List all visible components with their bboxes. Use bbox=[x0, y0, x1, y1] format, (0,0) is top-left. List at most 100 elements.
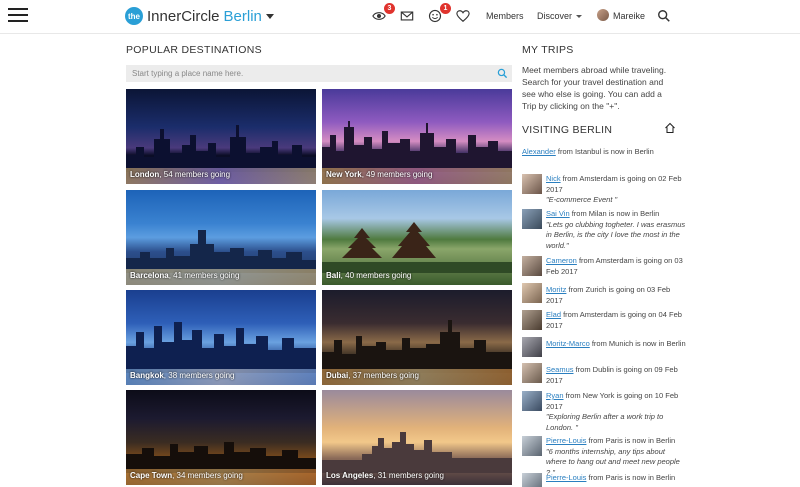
visitor-item: Nick from Amsterdam is going on 02 Feb 2… bbox=[522, 174, 682, 208]
destination-caption: Los Angeles, 31 members going bbox=[326, 471, 444, 480]
visitor-name-link[interactable]: Moritz-Marco bbox=[546, 339, 590, 348]
destination-search-input[interactable] bbox=[126, 65, 492, 82]
visitor-info: from Amsterdam is going on 04 Feb 2017 bbox=[546, 310, 682, 330]
destination-caption: Dubai, 37 members going bbox=[326, 371, 419, 380]
site-logo[interactable]: the InnerCircle Berlin bbox=[125, 7, 274, 25]
visitor-avatar[interactable] bbox=[522, 256, 542, 276]
heart-icon[interactable] bbox=[456, 9, 472, 25]
destination-caption: Barcelona, 41 members going bbox=[130, 271, 239, 280]
search-icon[interactable] bbox=[657, 9, 673, 25]
visitor-text: Sai Vin from Milan is now in Berlin "Lets… bbox=[546, 209, 686, 251]
eye-icon[interactable]: 3 bbox=[372, 3, 395, 25]
visitor-item: Seamus from Dublin is going on 09 Feb 20… bbox=[522, 363, 682, 385]
destination-city: New York bbox=[326, 170, 362, 179]
home-icon[interactable] bbox=[664, 122, 676, 134]
destination-going: , 49 members going bbox=[361, 170, 433, 179]
city-skyline-image bbox=[126, 230, 316, 273]
destination-going: , 40 members going bbox=[340, 271, 412, 280]
temple-image bbox=[322, 222, 512, 273]
destination-card-bali[interactable]: Bali, 40 members going bbox=[322, 190, 512, 285]
destination-card-barcelona[interactable]: Barcelona, 41 members going bbox=[126, 190, 316, 285]
visitor-name-link[interactable]: Moritz bbox=[546, 285, 566, 294]
visitor-name-link[interactable]: Cameron bbox=[546, 256, 577, 265]
destination-city: Bangkok bbox=[130, 371, 164, 380]
smiley-icon[interactable]: 1 bbox=[428, 3, 451, 25]
destination-going: , 41 members going bbox=[168, 271, 240, 280]
visitor-avatar[interactable] bbox=[522, 209, 542, 229]
visitor-info: from Paris is now in Berlin bbox=[586, 436, 676, 445]
visiting-title: VISITING BERLIN bbox=[522, 124, 613, 136]
logo-name: InnerCircle bbox=[147, 7, 220, 25]
visitor-avatar[interactable] bbox=[522, 174, 542, 194]
visitor-info: from Paris is now in Berlin bbox=[586, 473, 676, 482]
destination-caption: Bangkok, 38 members going bbox=[130, 371, 235, 380]
nav-discover[interactable]: Discover bbox=[537, 11, 583, 21]
user-avatar[interactable] bbox=[597, 9, 609, 21]
my-trips-title: MY TRIPS bbox=[522, 44, 574, 56]
visitor-quote: "Lets go clubbing togheter. I was erasmu… bbox=[546, 219, 686, 250]
destination-caption: Cape Town, 34 members going bbox=[130, 471, 243, 480]
visitor-name-link[interactable]: Ryan bbox=[546, 391, 564, 400]
destination-card-new-york[interactable]: New York, 49 members going bbox=[322, 89, 512, 184]
destination-search bbox=[126, 65, 512, 82]
visitor-item: Sai Vin from Milan is now in Berlin "Lets… bbox=[522, 209, 685, 253]
destination-going: , 54 members going bbox=[159, 170, 231, 179]
visitor-quote: "E-commerce Event " bbox=[546, 195, 618, 204]
visitor-avatar[interactable] bbox=[522, 363, 542, 383]
destination-caption: Bali, 40 members going bbox=[326, 271, 411, 280]
visitor-item: Pierre-Louis from Paris is now in Berlin… bbox=[522, 436, 682, 477]
destination-city: Los Angeles bbox=[326, 471, 374, 480]
mail-icon[interactable] bbox=[400, 9, 416, 25]
destination-card-cape-town[interactable]: Cape Town, 34 members going bbox=[126, 390, 316, 485]
visitor-name-link[interactable]: Seamus bbox=[546, 365, 574, 374]
visitor-avatar[interactable] bbox=[522, 391, 542, 411]
visitor-avatar[interactable] bbox=[522, 337, 542, 357]
visitor-text: Elad from Amsterdam is going on 04 Feb 2… bbox=[546, 310, 686, 331]
visitor-item: Ryan from New York is going on 10 Feb 20… bbox=[522, 391, 682, 433]
visitor-text: Seamus from Dublin is going on 09 Feb 20… bbox=[546, 365, 686, 386]
visitor-name-link[interactable]: Pierre-Louis bbox=[546, 436, 586, 445]
visitor-name-link[interactable]: Pierre-Louis bbox=[546, 473, 586, 482]
destination-caption: London, 54 members going bbox=[130, 170, 230, 179]
visitor-name-link[interactable]: Sai Vin bbox=[546, 209, 570, 218]
visitor-name-link[interactable]: Nick bbox=[546, 174, 561, 183]
visitor-name-link[interactable]: Alexander bbox=[522, 147, 556, 156]
visitor-text: Nick from Amsterdam is going on 02 Feb 2… bbox=[546, 174, 686, 206]
destination-city: Barcelona bbox=[130, 271, 169, 280]
visitor-text: Pierre-Louis from Paris is now in Berlin bbox=[546, 473, 682, 484]
nav-members[interactable]: Members bbox=[486, 11, 524, 21]
visitor-item: Pierre-Louis from Paris is now in Berlin bbox=[522, 473, 682, 487]
visitor-name-link[interactable]: Elad bbox=[546, 310, 561, 319]
destination-going: , 37 members going bbox=[348, 371, 419, 380]
destination-card-bangkok[interactable]: Bangkok, 38 members going bbox=[126, 290, 316, 385]
visitor-avatar[interactable] bbox=[522, 473, 542, 487]
destination-going: , 38 members going bbox=[163, 371, 235, 380]
destination-card-los-angeles[interactable]: Los Angeles, 31 members going bbox=[322, 390, 512, 485]
visitor-text: Cameron from Amsterdam is going on 03 Fe… bbox=[546, 256, 686, 277]
chevron-down-icon bbox=[576, 15, 583, 19]
visitor-avatar[interactable] bbox=[522, 283, 542, 303]
city-skyline-image bbox=[126, 322, 316, 373]
visitor-info: from New York is going on 10 Feb 2017 bbox=[546, 391, 679, 411]
visitor-item: Moritz from Zurich is going on 03 Feb 20… bbox=[522, 283, 682, 305]
city-skyline-image bbox=[126, 442, 316, 473]
destination-going: , 34 members going bbox=[172, 471, 243, 480]
destination-city: London bbox=[130, 170, 160, 179]
nav-user[interactable]: Mareike bbox=[613, 11, 645, 21]
chevron-down-icon[interactable] bbox=[265, 13, 274, 19]
search-icon[interactable] bbox=[497, 68, 508, 79]
visitor-item: Elad from Amsterdam is going on 04 Feb 2… bbox=[522, 310, 682, 332]
city-skyline-image bbox=[322, 121, 512, 172]
destination-card-london[interactable]: London, 54 members going bbox=[126, 89, 316, 184]
destination-card-dubai[interactable]: Dubai, 37 members going bbox=[322, 290, 512, 385]
destination-city: Bali bbox=[326, 271, 341, 280]
nav-discover-label: Discover bbox=[537, 11, 573, 21]
visitor-text: Ryan from New York is going on 10 Feb 20… bbox=[546, 391, 686, 433]
city-skyline-image bbox=[322, 432, 512, 473]
views-badge: 3 bbox=[384, 3, 395, 14]
city-skyline-image bbox=[322, 320, 512, 373]
menu-icon[interactable] bbox=[8, 8, 28, 24]
visitor-text: Moritz from Zurich is going on 03 Feb 20… bbox=[546, 285, 686, 306]
visitor-avatar[interactable] bbox=[522, 436, 542, 456]
visitor-avatar[interactable] bbox=[522, 310, 542, 330]
